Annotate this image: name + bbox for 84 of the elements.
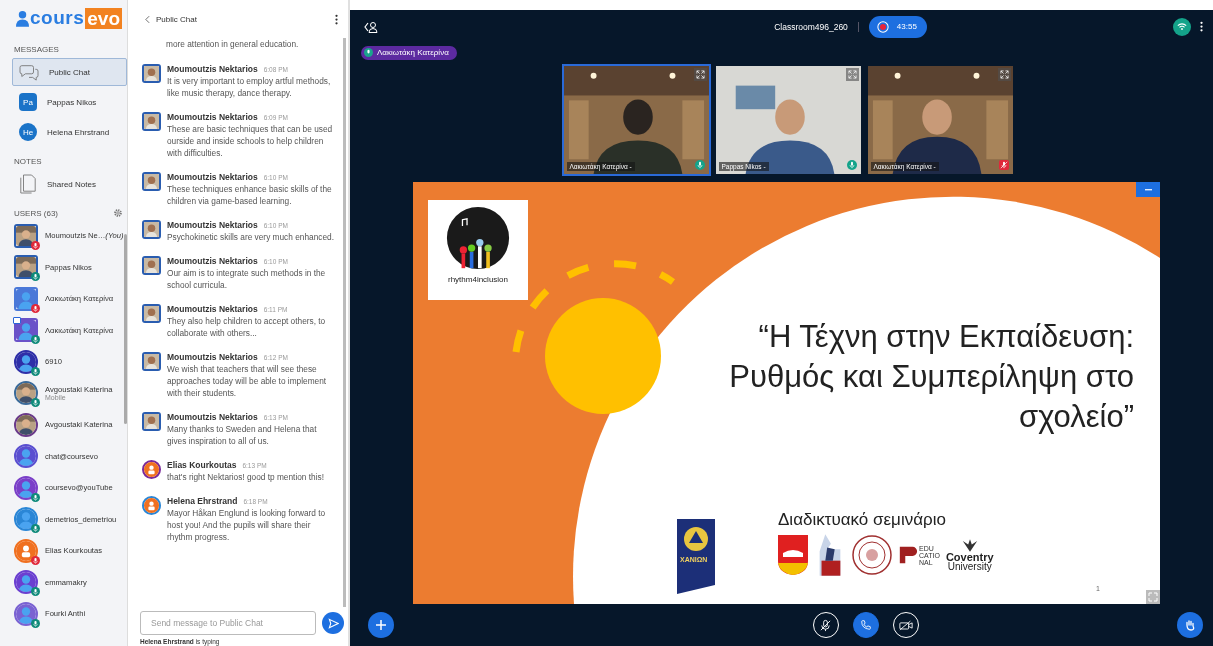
raise-hand-button[interactable] — [1177, 612, 1203, 638]
message-item[interactable]: Public Chat — [12, 58, 127, 86]
camera-button[interactable] — [892, 612, 919, 638]
hand-icon — [1184, 619, 1196, 631]
camera-off-icon — [898, 619, 913, 631]
recording-button[interactable]: 43:55 — [868, 15, 927, 38]
more-icon[interactable] — [335, 13, 338, 25]
message-text: Many thanks to Sweden and Helena that gives inspiration to all of us. — [167, 423, 318, 447]
slide-title: “Η Τέχνη στην Εκπαίδευση: — [757, 318, 1134, 356]
user-avatar-icon — [16, 446, 36, 467]
message-author: Elias Kourkoutas — [167, 460, 237, 470]
section-heading: NOTES — [14, 157, 43, 166]
university-logo: Coventry University — [945, 538, 994, 572]
message-text: Mayor Håkan Englund is looking forward to host you! And the pupils will share their rhythm progress. — [167, 507, 327, 543]
user-avatar-icon — [16, 603, 36, 624]
message-text: that's right Nektarios! good tp mention this! — [167, 471, 324, 483]
message-text: These are basic techniques that can be used ourside and inside schools to help children with difficulties. — [167, 123, 334, 159]
message-author: Moumoutzis Nektarios — [167, 412, 258, 422]
message-text: It is very important to employ artful methods, like music therapy, dance therapy. — [167, 75, 332, 99]
logo-badge: evo — [85, 7, 122, 29]
message-author: Helena Ehrstrand — [167, 496, 238, 506]
microphone-off-icon — [819, 618, 832, 632]
fullscreen-icon[interactable] — [997, 68, 1011, 81]
slide-title: Ρυθμός και Συμπερίληψη στο — [729, 358, 1134, 396]
user-avatar-icon — [16, 320, 36, 341]
user-avatar-icon — [16, 509, 36, 530]
chevron-left-icon — [145, 15, 150, 23]
document-icon — [19, 174, 37, 194]
message-input[interactable]: Send message to Public Chat — [140, 611, 316, 635]
message-text: more attention in general education. — [165, 38, 300, 50]
user-avatar-icon — [144, 462, 159, 477]
logo-text: cours — [30, 7, 85, 29]
hands-logo-drawing — [446, 206, 510, 270]
user-avatar-icon — [16, 540, 36, 561]
mute-button[interactable] — [812, 612, 839, 638]
message-author: Moumoutzis Nektarios — [167, 256, 258, 266]
send-icon — [327, 617, 339, 629]
connection-icon[interactable] — [1173, 17, 1191, 36]
back-link[interactable]: Public Chat — [145, 14, 197, 24]
plus-icon — [375, 619, 387, 631]
scrollbar[interactable] — [124, 234, 127, 424]
person-icon — [16, 9, 29, 27]
message-author: Moumoutzis Nektarios — [167, 112, 258, 122]
more-icon[interactable] — [1200, 21, 1203, 32]
message-item[interactable]: Pa Pappas Nikos — [12, 88, 127, 116]
slide-subtitle: Διαδικτυακό σεμινάριο — [778, 510, 946, 530]
slide-title: σχολείο” — [1018, 398, 1134, 436]
user-avatar-icon — [16, 477, 36, 498]
send-button[interactable] — [322, 612, 344, 634]
user-avatar-icon — [144, 498, 159, 513]
chat-title: Public Chat — [156, 14, 197, 24]
initials-avatar: He — [19, 123, 37, 141]
audio-button[interactable] — [852, 612, 879, 638]
scrollbar[interactable] — [343, 38, 346, 607]
initials-avatar: Pa — [19, 93, 37, 111]
message-author: Moumoutzis Nektarios — [167, 64, 258, 74]
message-author: Moumoutzis Nektarios — [167, 352, 258, 362]
fullscreen-icon[interactable] — [845, 68, 859, 81]
logo-text: rhythm4inclusion — [448, 275, 508, 284]
user-avatar-icon — [16, 572, 36, 593]
message-text: We wish that teachers that will see these approaches today will be able to implement with their students. — [167, 363, 328, 399]
shield-logo — [778, 535, 808, 575]
message-author: Moumoutzis Nektarios — [167, 172, 258, 182]
message-text: They also help children to accept others, to collaborate with others... — [167, 315, 327, 339]
message-author: Moumoutzis Nektarios — [167, 220, 258, 230]
room-name: Classroom496_260 — [774, 21, 848, 32]
minus-icon — [1144, 188, 1152, 191]
fullscreen-icon[interactable] — [693, 68, 707, 81]
message-text: Psychokinetic skills are very much enhanced. — [167, 231, 334, 243]
section-heading: USERS (63) — [14, 208, 58, 218]
notes-item[interactable]: Shared Notes — [12, 170, 127, 198]
message-author: Moumoutzis Nektarios — [167, 304, 258, 314]
message-item[interactable]: He Helena Ehrstrand — [12, 118, 127, 146]
user-avatar-icon — [16, 288, 36, 309]
message-text: Our aim is to integrate such methods in the school curricula. — [167, 267, 327, 291]
seal-logo — [852, 535, 892, 575]
section-heading: MESSAGES — [14, 45, 60, 54]
actions-button[interactable] — [368, 612, 394, 638]
message-text: These techniques enhance basic skills of the children via game-based learning. — [167, 183, 333, 207]
users-toggle-icon[interactable] — [364, 20, 378, 33]
talking-indicator: Λακιωτάκη Κατερίνα — [361, 45, 457, 60]
user-avatar-icon — [16, 351, 36, 372]
phone-icon — [859, 619, 872, 631]
settings-icon[interactable] — [113, 208, 123, 218]
